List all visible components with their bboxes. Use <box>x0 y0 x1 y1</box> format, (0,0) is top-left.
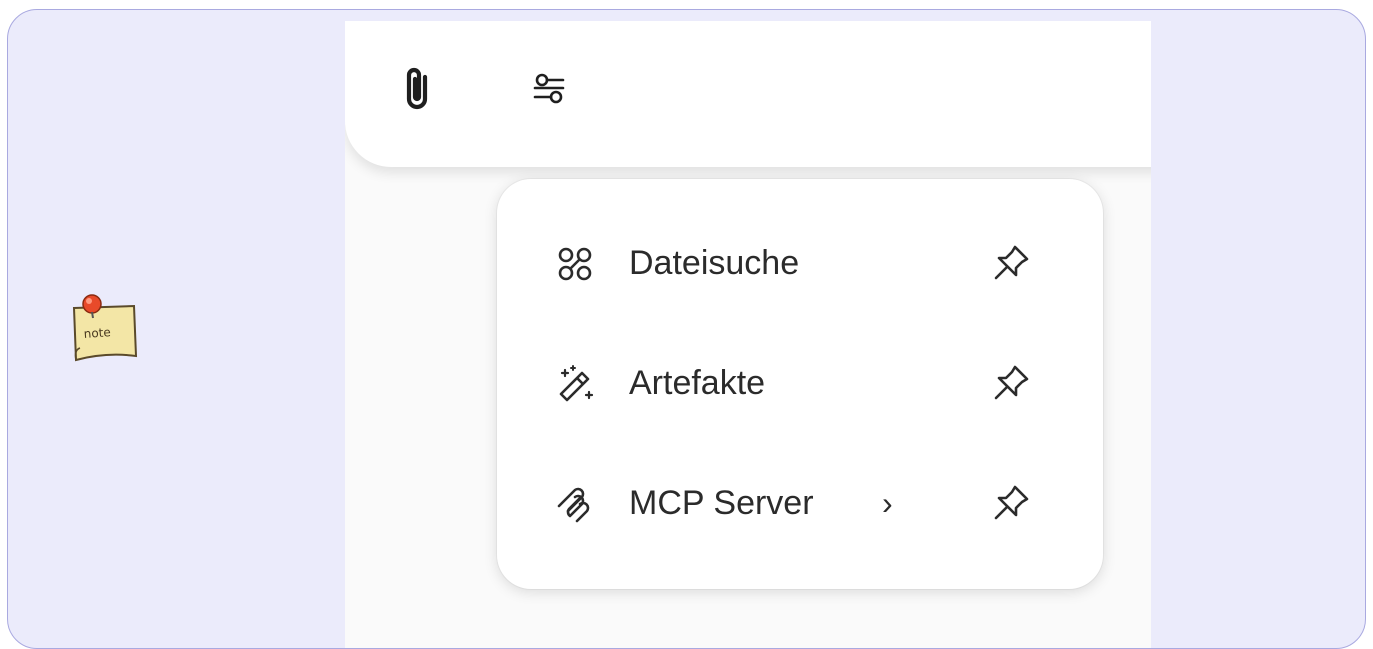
chat-toolbar <box>345 21 1151 167</box>
menu-item-dateisuche[interactable]: Dateisuche <box>497 219 1103 309</box>
menu-item-label: Artefakte <box>629 364 766 402</box>
pin-button[interactable] <box>987 239 1035 287</box>
pin-button[interactable] <box>987 479 1035 527</box>
pin-button[interactable] <box>987 359 1035 407</box>
menu-item-artefakte[interactable]: Artefakte <box>497 339 1103 429</box>
pin-icon <box>994 365 1029 400</box>
menu-item-mcp-server[interactable]: MCP Server › <box>497 459 1103 549</box>
app-screenshot: Dateisuche Artefakte MCP Server › <box>345 21 1151 648</box>
note-icon: note <box>66 290 144 368</box>
sliders-icon <box>533 73 565 104</box>
pin-icon <box>994 245 1029 280</box>
tools-dropdown-menu: Dateisuche Artefakte MCP Server › <box>497 179 1103 589</box>
annotation-frame: note Dateisuche Artefakte MCP Server › <box>7 9 1366 649</box>
mcp-icon <box>557 487 590 523</box>
svg-text:note: note <box>83 325 111 341</box>
magic-wand-icon <box>559 365 594 402</box>
pin-icon <box>994 485 1029 520</box>
paperclip-icon <box>406 67 428 110</box>
menu-item-label: MCP Server <box>629 484 814 522</box>
tools-button[interactable] <box>525 65 573 113</box>
attach-button[interactable] <box>393 65 441 113</box>
chevron-right-icon: › <box>882 485 893 521</box>
file-search-icon <box>558 247 592 281</box>
menu-item-label: Dateisuche <box>629 244 800 282</box>
